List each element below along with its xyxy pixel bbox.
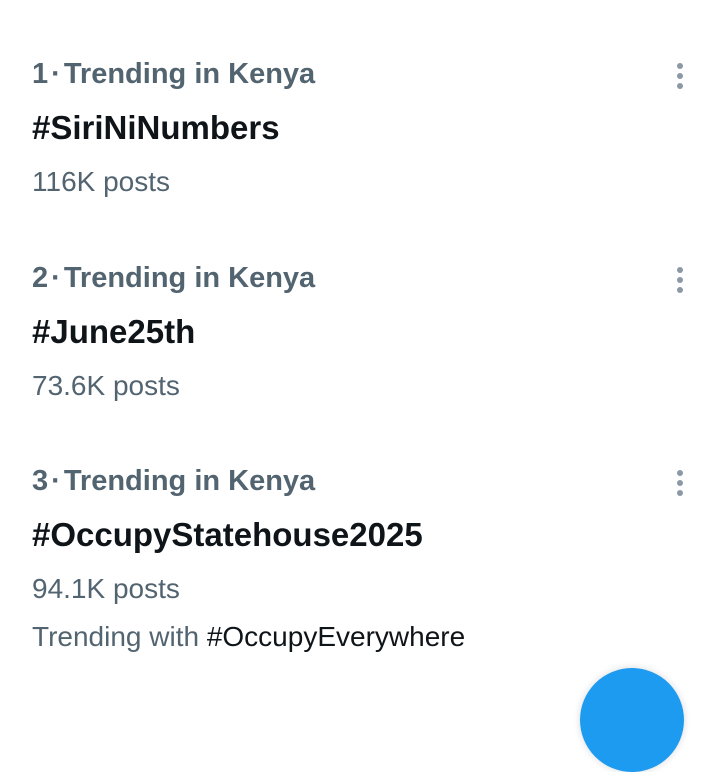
more-options-button[interactable] bbox=[660, 260, 700, 300]
trend-location: Trending in Kenya bbox=[63, 58, 316, 90]
trend-rank: 2 bbox=[32, 262, 49, 294]
more-options-button[interactable] bbox=[660, 56, 700, 96]
trending-with-label: Trending with bbox=[32, 621, 207, 652]
trend-rank: 3 bbox=[32, 465, 49, 497]
more-vertical-icon bbox=[677, 63, 683, 89]
trend-hashtag[interactable]: #June25th bbox=[32, 309, 195, 355]
trending-with-line: Trending with #OccupyEverywhere bbox=[32, 615, 465, 659]
trend-context: 1 · Trending in Kenya bbox=[32, 52, 315, 96]
trend-item[interactable]: 3 · Trending in Kenya #OccupyStatehouse202… bbox=[0, 459, 720, 659]
trend-separator: · bbox=[51, 58, 61, 90]
trend-post-count: 94.1K posts bbox=[32, 573, 180, 604]
trend-context: 3 · Trending in Kenya bbox=[32, 459, 315, 503]
trend-separator: · bbox=[51, 465, 61, 497]
trend-location: Trending in Kenya bbox=[63, 262, 316, 294]
more-vertical-icon bbox=[677, 267, 683, 293]
trend-hashtag[interactable]: #SiriNiNumbers bbox=[32, 105, 280, 151]
trend-item[interactable]: 1 · Trending in Kenya #SiriNiNumbers 116K … bbox=[0, 52, 720, 252]
more-vertical-icon bbox=[677, 470, 683, 496]
trend-separator: · bbox=[51, 262, 61, 294]
trend-post-count: 73.6K posts bbox=[32, 370, 180, 401]
more-options-button[interactable] bbox=[660, 463, 700, 503]
trend-context: 2 · Trending in Kenya bbox=[32, 256, 315, 300]
trend-hashtag[interactable]: #OccupyStatehouse2025 bbox=[32, 512, 423, 558]
trend-location: Trending in Kenya bbox=[63, 465, 316, 497]
compose-post-button[interactable] bbox=[580, 668, 684, 772]
trending-with-hashtag[interactable]: #OccupyEverywhere bbox=[207, 621, 465, 652]
trend-post-count: 116K posts bbox=[32, 166, 171, 197]
trend-item[interactable]: 2 · Trending in Kenya #June25th 73.6K post… bbox=[0, 256, 720, 456]
trend-rank: 1 bbox=[32, 58, 49, 90]
